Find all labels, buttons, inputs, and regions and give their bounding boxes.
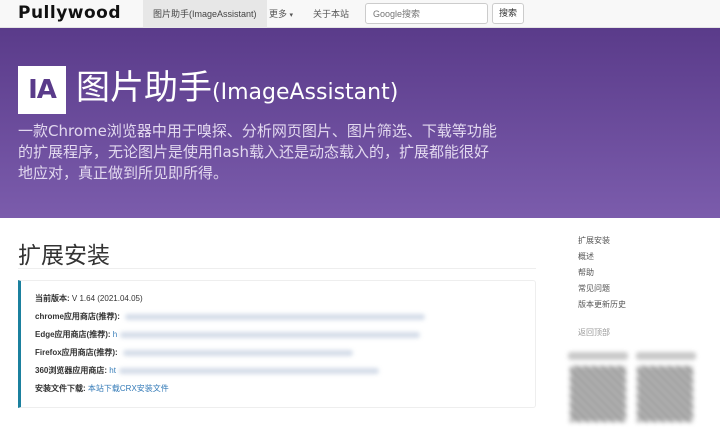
hero-banner: IA 图片助手(ImageAssistant) 一款Chrome浏览器中用于嗅探… — [0, 28, 720, 218]
ia-logo: IA — [18, 66, 66, 114]
row-label: 安装文件下载: — [35, 384, 86, 393]
title-sub: (ImageAssistant) — [212, 80, 399, 105]
qr-caption-left — [568, 352, 628, 360]
info-row-firefox: Firefox应用商店(推荐): — [35, 347, 353, 358]
nav-item-about[interactable]: 关于本站 — [303, 0, 359, 28]
version-value: V 1.64 (2021.04.05) — [71, 294, 143, 303]
back-to-top-link[interactable]: 返回顶部 — [578, 327, 610, 338]
title-main: 图片助手 — [76, 68, 212, 108]
info-row-version: 当前版本: V 1.64 (2021.04.05) — [35, 293, 143, 304]
edge-store-link-prefix[interactable]: h — [113, 330, 117, 339]
row-label: chrome应用商店(推荐): — [35, 312, 120, 321]
chrome-store-link[interactable] — [125, 313, 426, 320]
nav-item-more[interactable]: 更多 ▾ — [259, 0, 303, 28]
info-row-edge: Edge应用商店(推荐): h — [35, 329, 421, 340]
hero-description: 一款Chrome浏览器中用于嗅探、分析网页图片、图片筛选、下载等功能的扩展程序，… — [18, 122, 497, 182]
sidebar-item-faq[interactable]: 常见问题 — [578, 283, 610, 294]
page-title: 图片助手(ImageAssistant) — [76, 66, 398, 115]
firefox-store-link[interactable] — [122, 349, 353, 356]
row-label: 当前版本: — [35, 294, 70, 303]
360-store-link[interactable] — [118, 367, 379, 374]
sidebar-item-changelog[interactable]: 版本更新历史 — [578, 299, 626, 310]
row-label: 360浏览器应用商店: — [35, 366, 108, 375]
nav-item-more-label: 更多 — [269, 9, 288, 19]
chevron-down-icon: ▾ — [289, 12, 294, 19]
row-label: Edge应用商店(推荐): — [35, 330, 111, 339]
search-button[interactable]: 搜索 — [492, 3, 524, 24]
search-input[interactable] — [365, 3, 488, 24]
info-row-download: 安装文件下载: 本站下载CRX安装文件 — [35, 383, 169, 394]
qr-caption-right — [636, 352, 696, 360]
top-navbar: Pullywood 图片助手(ImageAssistant) 更多 ▾ 关于本站… — [0, 0, 720, 28]
qr-code-image — [570, 366, 626, 422]
nav-item-imageassistant[interactable]: 图片助手(ImageAssistant) — [143, 0, 267, 28]
brand-logo[interactable]: Pullywood — [18, 3, 121, 23]
info-row-360: 360浏览器应用商店: ht — [35, 365, 379, 376]
install-info-box: 当前版本: V 1.64 (2021.04.05) chrome应用商店(推荐)… — [18, 280, 536, 408]
sidebar-item-install[interactable]: 扩展安装 — [578, 235, 610, 246]
info-row-chrome: chrome应用商店(推荐): — [35, 311, 426, 322]
section-divider — [18, 268, 536, 269]
sidebar-item-overview[interactable]: 概述 — [578, 251, 594, 262]
qr-code-image — [637, 366, 693, 422]
crx-download-link[interactable]: 本站下载CRX安装文件 — [88, 384, 169, 393]
edge-store-link[interactable] — [120, 331, 421, 338]
360-store-link-prefix[interactable]: ht — [109, 366, 116, 375]
sidebar-item-help[interactable]: 帮助 — [578, 267, 594, 278]
section-title: 扩展安装 — [18, 243, 110, 269]
row-label: Firefox应用商店(推荐): — [35, 348, 118, 357]
